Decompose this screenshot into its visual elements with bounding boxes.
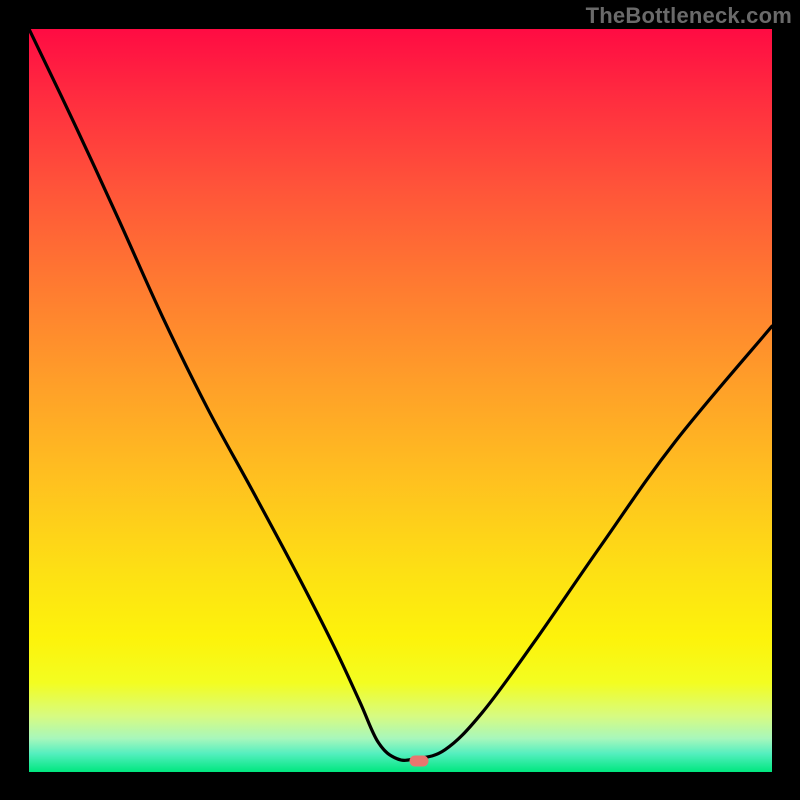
chart-frame: TheBottleneck.com (0, 0, 800, 800)
watermark-text: TheBottleneck.com (586, 3, 792, 29)
optimum-marker (410, 755, 429, 766)
plot-area (29, 29, 772, 772)
bottleneck-curve (29, 29, 772, 772)
